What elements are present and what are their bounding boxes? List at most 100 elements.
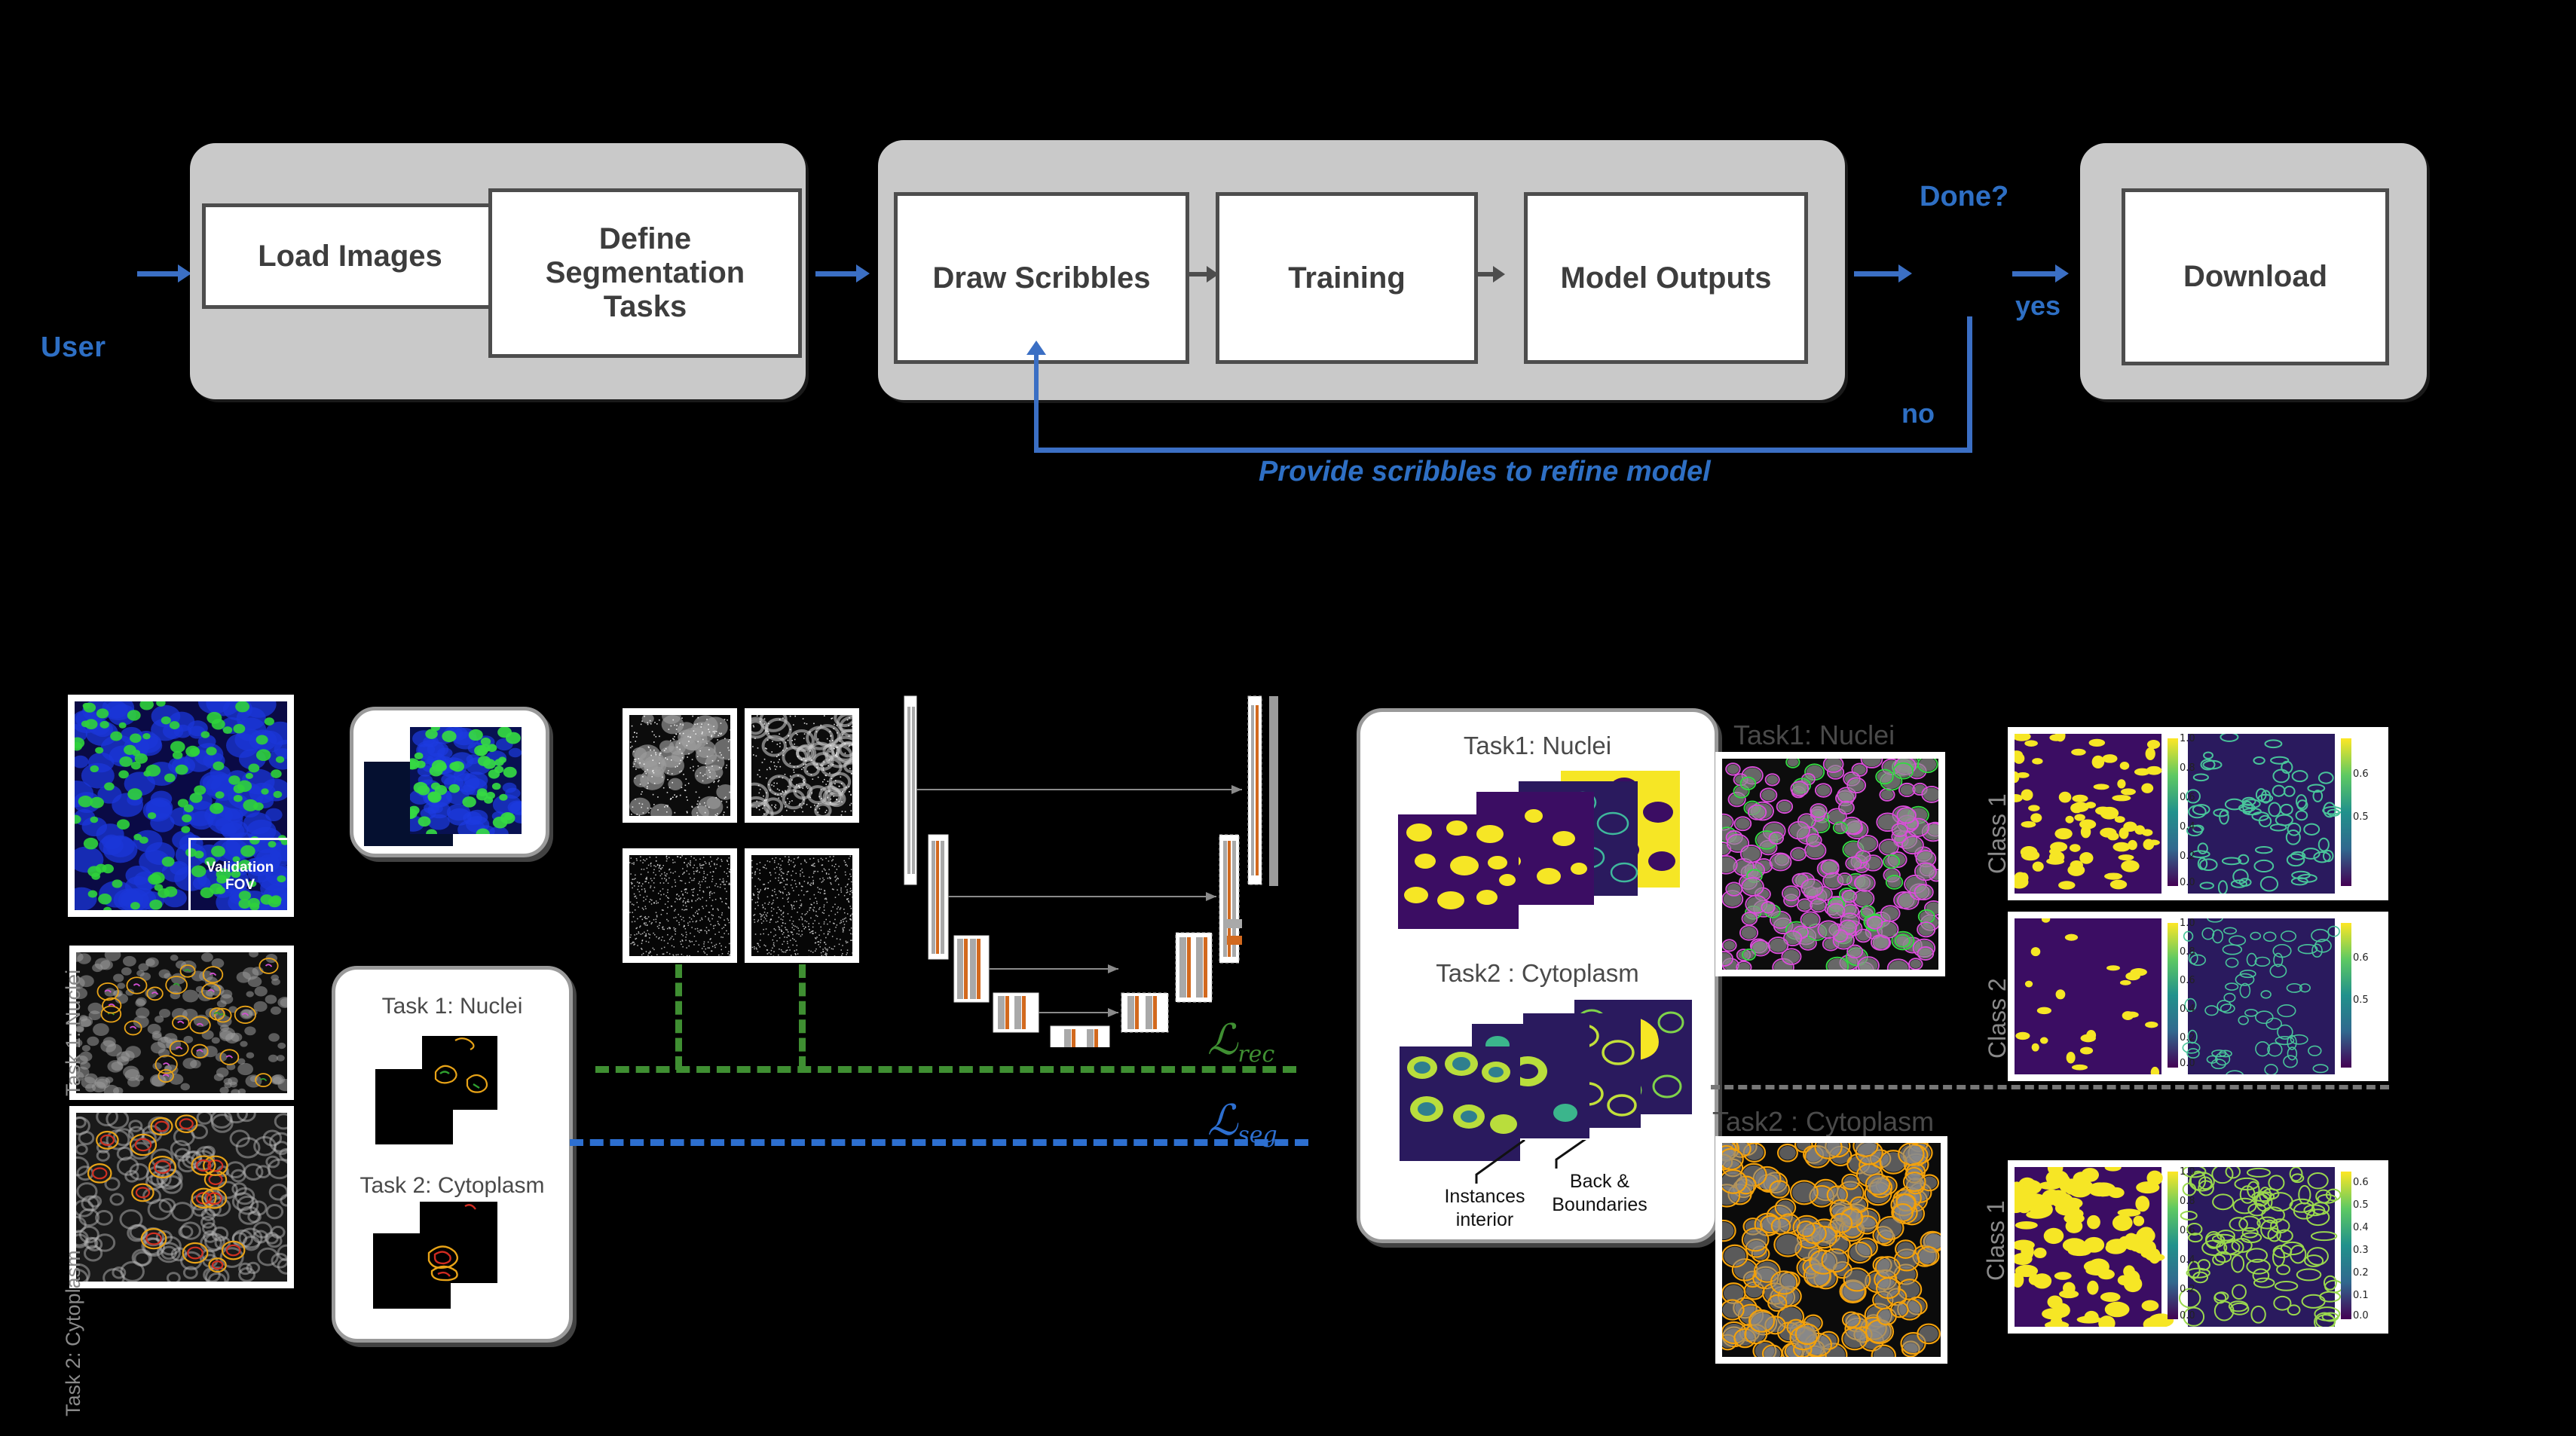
cb-t2c1-left-tick-6: 0.0 [2180, 1310, 2195, 1321]
no-branch-vertical [1967, 316, 1972, 452]
rec-flow-dashline [595, 1066, 1296, 1073]
cb-t2c1-right-tick-3: 0.4 [2353, 1222, 2369, 1233]
arrow-stage1-to-stage2 [815, 264, 870, 283]
arrow-training-to-outputs [1476, 266, 1505, 283]
unet-encoder-blocks [904, 695, 1110, 1047]
loss-rec-symbol: ℒ [1207, 1016, 1238, 1065]
user-label: User [41, 332, 106, 363]
result-task1-frame [1713, 750, 1945, 978]
task2-scribble-image [64, 1102, 297, 1290]
cb-t2c1-left-tick-4: 0.4 [2180, 1254, 2195, 1266]
arrow-yes-to-download [2012, 264, 2069, 283]
node-draw-scribbles[interactable]: Draw Scribbles [894, 192, 1189, 364]
results-divider [1711, 1085, 2389, 1089]
output-task1-label: Task1: Nuclei [1463, 732, 1612, 759]
result-task1-class2-row: 1.0 0.8 0.6 0.4 0.2 0.0 0.6 0.5 [2008, 912, 2388, 1082]
result-task2-class1-row: 1.0 0.8 0.6 0.4 0.2 0.0 0.6 0.5 0.4 0.3 … [2005, 1159, 2388, 1334]
unet-decoder-blocks [1121, 695, 1278, 1033]
cb-t2c1-right-tick-1: 0.6 [2353, 1177, 2369, 1188]
cb-t2c1-right-tick-6: 0.1 [2353, 1290, 2369, 1301]
cb-t2c1-left-tick-5: 0.2 [2180, 1284, 2195, 1295]
node-training[interactable]: Training [1216, 192, 1478, 364]
seg-flow-dashline [570, 1139, 1308, 1146]
node-download[interactable]: Download [2122, 188, 2389, 365]
loaded-tile-image [402, 723, 530, 842]
scribble-task2-image [420, 1202, 497, 1283]
task2-class1-maps [2005, 1159, 2351, 1332]
scribble-task1-image [422, 1036, 497, 1110]
result-task2-class1-label: Class 1 [1982, 1200, 2009, 1281]
output-task1-stack [1398, 771, 1680, 929]
scribble-task1-tile-front [422, 1036, 497, 1110]
result-task2-overlay [1711, 1134, 1945, 1367]
train-input-cyto [739, 707, 864, 827]
task1-scribble-image [69, 948, 294, 1097]
unet-schematic [904, 695, 1278, 1047]
task1-class2-maps [2015, 914, 2351, 1082]
cb-t2c1-right-tick-7: 0.0 [2353, 1310, 2369, 1321]
train-mask-nuclei [623, 848, 737, 963]
cb-t1c1-left-tick-1: 1.0 [2180, 733, 2195, 744]
cb-t1c2-left-tick-2: 0.8 [2180, 946, 2195, 958]
train-input-cyto-image [739, 707, 864, 827]
cb-t2c1-right-tick-5: 0.2 [2353, 1267, 2369, 1279]
node-load-images[interactable]: Load Images [202, 203, 498, 309]
node-model-outputs[interactable]: Model Outputs [1524, 192, 1808, 364]
rec-flow-branch-1 [675, 964, 682, 1070]
scribble-task1-label: Task 1: Nuclei [381, 994, 523, 1019]
task1-class1-maps [2008, 729, 2351, 895]
validation-fov-box: Validation FOV [188, 838, 292, 915]
cb-t2c1-right-tick-2: 0.5 [2353, 1199, 2369, 1211]
cb-t1c2-right-tick-2: 0.5 [2353, 995, 2369, 1006]
cb-t1c1-left-tick-2: 0.8 [2180, 762, 2195, 774]
cb-t1c2-left-tick-5: 0.2 [2180, 1032, 2195, 1043]
cb-t2c1-left-tick-3: 0.6 [2180, 1225, 2195, 1236]
train-mask-cyto [745, 848, 859, 963]
train-mask-cyto-image [751, 855, 854, 958]
train-mask-nuclei-image [629, 855, 732, 958]
no-label: no [1901, 398, 1935, 429]
train-input-nuclei-image [629, 707, 739, 823]
rec-flow-branch-2 [799, 964, 806, 1070]
no-branch-horizontal [1034, 448, 1972, 453]
cb-t1c1-right-tick-1: 0.6 [2353, 768, 2369, 780]
node-define-segmentation-tasks[interactable]: Define Segmentation Tasks [488, 188, 802, 358]
scribble-tasks-card: Task 1: Nuclei Task 2: Cytoplasm [332, 966, 573, 1343]
decision-done-label: Done? [1920, 181, 2009, 212]
cb-t2c1-left-tick-1: 1.0 [2180, 1166, 2195, 1178]
loss-rec-label: ℒrec [1207, 1016, 1274, 1068]
cb-t1c2-left-tick-3: 0.6 [2180, 975, 2195, 986]
arrow-user-to-stage1 [137, 264, 191, 283]
cb-t1c2-left-tick-4: 0.4 [2180, 1004, 2195, 1015]
loaded-tile-front [402, 723, 530, 842]
annotation-instances-interior: Instances interior [1444, 1186, 1525, 1231]
input-task2-frame [64, 1102, 297, 1290]
side-label-task1: Task 1: Nuclei [62, 969, 84, 1096]
arrow-stage2-to-decision [1854, 264, 1912, 283]
feedback-label: Provide scribbles to refine model [1259, 456, 1711, 487]
loaded-images-card [350, 707, 549, 857]
input-task1-frame [69, 946, 294, 1100]
side-label-task2: Task 2: Cytoplasm [62, 1250, 84, 1416]
result-task2-frame [1711, 1134, 1947, 1367]
cb-t1c1-left-tick-4: 0.4 [2180, 821, 2195, 833]
cb-t2c1-right-tick-4: 0.3 [2353, 1245, 2369, 1256]
input-fov-frame: Validation FOV [59, 689, 301, 923]
cb-t1c2-right-tick-1: 0.6 [2353, 952, 2369, 964]
result-task1-overlay [1713, 750, 1945, 978]
result-task1-class1-row: 1.0 0.8 0.6 0.4 0.2 0.0 0.6 0.5 [2008, 727, 2388, 900]
no-branch-arrow-up [1026, 341, 1046, 451]
model-outputs-card: Task1: Nuclei Task2: Cytoplasm Instance… [1357, 708, 1718, 1243]
cb-t1c1-right-tick-2: 0.5 [2353, 811, 2369, 823]
arrow-scribbles-to-training [1189, 266, 1219, 283]
cb-t1c1-left-tick-6: 0.0 [2180, 877, 2195, 888]
cb-t2c1-left-tick-2: 0.8 [2180, 1196, 2195, 1207]
result-task2-title: Task2 : Cytoplasm [1712, 1106, 1935, 1137]
scribble-task2-tile-front [420, 1202, 497, 1283]
scribble-task2-label: Task 2: Cytoplasm [359, 1173, 545, 1198]
yes-label: yes [2015, 290, 2061, 321]
loss-seg-symbol: ℒ [1207, 1096, 1238, 1145]
cb-t1c2-left-tick-1: 1.0 [2180, 918, 2195, 929]
output-task2-label: Task2 : Cytoplasm [1436, 959, 1639, 987]
train-input-nuclei [623, 707, 739, 823]
